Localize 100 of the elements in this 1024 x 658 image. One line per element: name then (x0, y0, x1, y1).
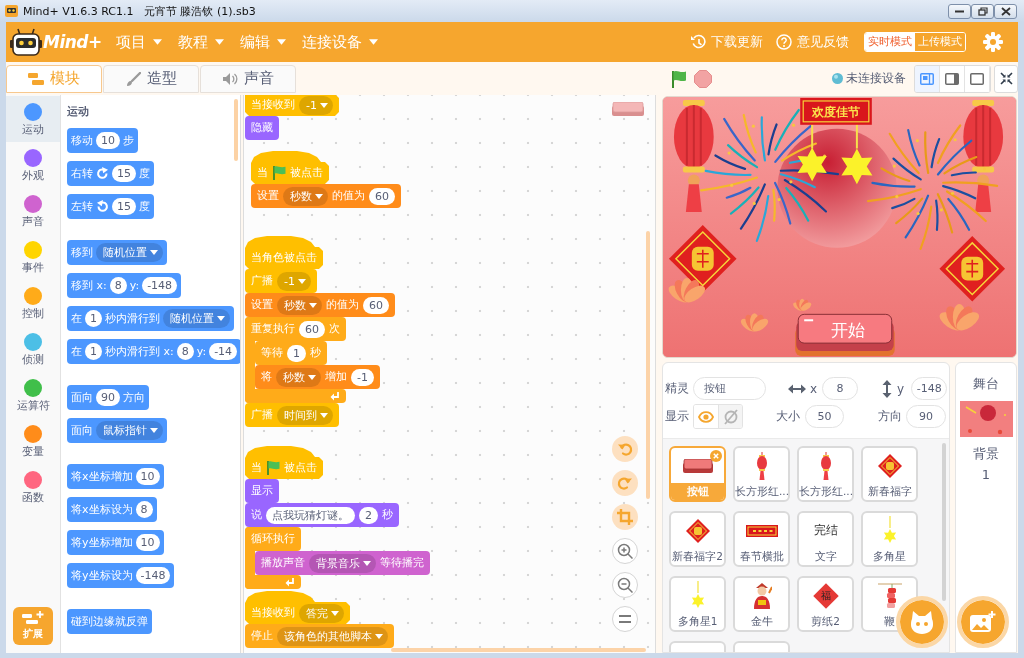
backdrop-count: 1 (981, 467, 991, 483)
code-block[interactable]: 等待 1 秒 (255, 341, 327, 365)
code-block[interactable]: 设置 秒数 的值为 60 (251, 184, 401, 208)
input-field[interactable]: 15 (112, 165, 136, 182)
zoom-in-button[interactable] (612, 538, 638, 564)
input-field[interactable]: 1 (85, 343, 102, 360)
redo-button[interactable] (612, 470, 638, 496)
code-block[interactable]: 将x坐标增加 10 (67, 464, 164, 489)
delete-icon[interactable] (710, 450, 722, 462)
input-field[interactable]: 8 (176, 343, 194, 360)
category-item[interactable]: 侦测 (6, 326, 60, 372)
sprite-tile[interactable]: 福 剪纸2 (797, 576, 854, 632)
code-block[interactable]: 隐藏 (245, 116, 279, 140)
sprite-tile[interactable]: 新春福字2 (669, 511, 726, 567)
sprite-tile[interactable]: 多角星1 (669, 576, 726, 632)
zoom-out-button[interactable] (612, 572, 638, 598)
input-field[interactable]: -148 (142, 277, 178, 294)
sprite-name-field[interactable]: 按钮 (693, 377, 766, 400)
code-block[interactable]: 移到 x: 8 y: -148 (67, 273, 182, 298)
stop-icon[interactable] (694, 69, 712, 88)
sprite-tile[interactable]: 新春福字 (861, 446, 918, 502)
sprite-tile[interactable]: 长方形红... (733, 446, 790, 502)
flag-icon[interactable] (670, 69, 688, 88)
dropdown[interactable]: 随机位置 (96, 243, 163, 262)
input-field[interactable]: 10 (96, 132, 120, 149)
code-block[interactable]: 在 1 秒内滑行到 随机位置 (67, 306, 234, 331)
sprite-tile[interactable]: 长方形红... (797, 446, 854, 502)
sprite-tile[interactable]: 完结 文字 (797, 511, 854, 567)
code-block[interactable]: 显示 (245, 479, 279, 503)
code-block[interactable]: 说 点我玩猜灯谜。 2 秒 (245, 503, 399, 527)
input-field[interactable]: 1 (85, 310, 102, 327)
category-item[interactable]: 函数 (6, 464, 60, 510)
code-block[interactable]: 在 1 秒内滑行到 x: 8 y: -14 (67, 339, 240, 364)
category-item[interactable]: 事件 (6, 234, 60, 280)
close-button[interactable] (994, 3, 1017, 19)
code-block[interactable]: 面向 90 方向 (67, 385, 149, 410)
code-block[interactable]: 将y坐标增加 10 (67, 530, 164, 555)
undo-button[interactable] (612, 436, 638, 462)
input-field[interactable]: 10 (135, 468, 160, 485)
category-item[interactable]: 控制 (6, 280, 60, 326)
editor-tab[interactable]: 造型 (103, 64, 199, 93)
hide-button[interactable] (718, 405, 742, 428)
caret-icon (150, 428, 158, 433)
clean-up-button[interactable] (612, 504, 638, 530)
fullscreen-button[interactable] (994, 64, 1018, 93)
input-field[interactable]: 90 (96, 389, 120, 406)
input-field[interactable]: 8 (109, 277, 127, 294)
input-field[interactable]: -14 (209, 343, 238, 360)
dropdown[interactable]: 鼠标指针 (96, 421, 163, 440)
category-item[interactable]: 运算符 (6, 372, 60, 418)
input-field[interactable]: 15 (112, 198, 136, 215)
input-field[interactable]: 点我玩猜灯谜。 (266, 506, 355, 524)
category-item[interactable]: 外观 (6, 142, 60, 188)
size-field[interactable]: 50 (805, 405, 844, 428)
code-block[interactable]: 播放声音 背景音乐 等待播完 (255, 551, 430, 575)
input-field[interactable]: 60 (363, 296, 389, 314)
layout-button[interactable] (915, 65, 940, 92)
scrollbar-thumb[interactable] (234, 99, 238, 161)
input-field[interactable]: -148 (135, 567, 171, 584)
direction-field[interactable]: 90 (906, 405, 946, 428)
input-field[interactable]: -1 (351, 368, 374, 386)
minimize-button[interactable] (948, 3, 971, 19)
scrollbar-thumb[interactable] (942, 443, 946, 601)
dropdown[interactable]: 随机位置 (163, 309, 230, 328)
sprite-tile[interactable]: 金牛 (733, 576, 790, 632)
code-block[interactable]: 将y坐标设为 -148 (67, 563, 175, 588)
category-item[interactable]: 运动 (6, 96, 60, 142)
restore-button[interactable] (971, 3, 994, 19)
backdrop-thumbnail-icon[interactable] (959, 401, 1013, 437)
scrollbar-thumb[interactable] (391, 648, 646, 652)
code-block[interactable]: 将 秒数 增加 -1 (255, 365, 380, 389)
settings-button[interactable] (983, 32, 1003, 52)
input-field[interactable]: 60 (299, 320, 325, 338)
sprite-tile[interactable]: 多角星 (861, 511, 918, 567)
code-block[interactable]: 设置 秒数 的值为 60 (245, 293, 395, 317)
code-block[interactable]: 将x坐标设为 8 (67, 497, 157, 522)
scrollbar-thumb[interactable] (646, 231, 650, 499)
code-block[interactable]: 面向 鼠标指针 (67, 418, 167, 443)
code-block[interactable]: 右转 15 度 (67, 161, 154, 186)
sprite-tile[interactable]: 春节横批 (733, 511, 790, 567)
code-block[interactable]: 移动 10 步 (67, 128, 138, 153)
category-item[interactable]: 声音 (6, 188, 60, 234)
input-field[interactable]: 1 (287, 344, 306, 362)
code-block[interactable]: 循环执行 播放声音 背景音乐 等待播完 (245, 527, 430, 589)
y-field[interactable]: -148 (911, 377, 948, 400)
mode-option[interactable]: 实时模式 (865, 33, 915, 51)
x-field[interactable]: 8 (822, 377, 859, 400)
input-field[interactable]: 2 (359, 506, 378, 524)
code-block[interactable]: 左转 15 度 (67, 194, 154, 219)
code-block[interactable]: 移到 随机位置 (67, 240, 167, 265)
rotate-left-icon (96, 200, 109, 213)
editor-tab[interactable]: 声音 (200, 64, 296, 93)
code-block[interactable]: 重复执行 60 次 等待 1 秒 将 秒数 增加 -1 (245, 317, 380, 403)
input-field[interactable]: 10 (135, 534, 160, 551)
category-item[interactable]: 变量 (6, 418, 60, 464)
speaker-icon (222, 71, 238, 86)
zoom-reset-button[interactable] (612, 606, 638, 632)
input-field[interactable]: 8 (135, 501, 153, 518)
dropdown[interactable]: 背景音乐 (309, 553, 376, 573)
input-field[interactable]: 60 (369, 187, 395, 205)
